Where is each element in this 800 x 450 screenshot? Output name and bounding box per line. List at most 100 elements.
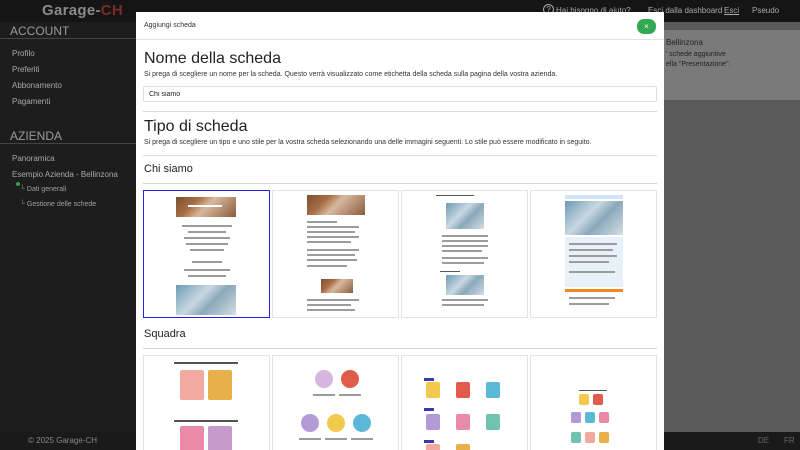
- thumbnail-line: [579, 390, 607, 391]
- section-divider: [143, 183, 657, 184]
- add-tab-modal: Aggiungi scheda × Nome della scheda Si p…: [136, 12, 664, 450]
- thumbnail-line: [569, 243, 617, 245]
- thumbnail-line: [307, 249, 359, 251]
- thumbnail-line: [569, 261, 609, 263]
- style-option-team-1[interactable]: [143, 355, 270, 450]
- brand-logo[interactable]: Garage-CH: [42, 2, 123, 19]
- thumbnail-line: [307, 259, 357, 261]
- thumbnail-line: [424, 408, 434, 411]
- thumbnail-image: [446, 275, 484, 295]
- team-photo: [585, 412, 595, 423]
- thumbnail-image: [176, 197, 236, 217]
- sidebar-item-payments[interactable]: Pagamenti: [0, 93, 136, 109]
- thumbnail-image: [446, 203, 484, 229]
- lang-fr-link[interactable]: FR: [784, 436, 795, 445]
- thumbnail-line: [569, 297, 615, 299]
- thumbnail-line: [569, 255, 617, 257]
- thumbnail-line: [569, 303, 609, 305]
- style-option-about-4[interactable]: [530, 190, 657, 318]
- lang-de-link[interactable]: DE: [758, 436, 769, 445]
- team-photo: [327, 414, 345, 432]
- thumbnail-line: [174, 420, 238, 422]
- thumbnail-line: [307, 254, 355, 256]
- thumbnail-line: [440, 271, 460, 272]
- sidebar-item-favorites[interactable]: Preferiti: [0, 61, 136, 77]
- team-photo: [315, 370, 333, 388]
- team-photo: [426, 414, 440, 430]
- thumbnail-line: [424, 378, 434, 381]
- team-photo: [208, 426, 232, 450]
- sidebar-item-overview[interactable]: Panoramica: [0, 150, 136, 166]
- tab-name-input[interactable]: [143, 86, 657, 102]
- modal-body: Nome della scheda Si prega di scegliere …: [143, 40, 657, 450]
- thumbnail-line: [188, 231, 226, 233]
- panel-line-2: ' schede aggiuntive: [666, 51, 726, 58]
- thumbnail-line: [325, 438, 347, 440]
- team-photo: [571, 412, 581, 423]
- thumbnail-line: [186, 243, 228, 245]
- thumbnail-line: [307, 299, 359, 301]
- sidebar-subitem-general-data[interactable]: Dati generali: [0, 182, 136, 197]
- team-photo: [593, 394, 603, 405]
- thumbnail-line: [307, 221, 337, 223]
- thumbnail-line: [442, 235, 488, 237]
- logout-link[interactable]: Esci: [724, 6, 739, 15]
- thumbnail-line: [442, 245, 488, 247]
- sidebar-item-profile[interactable]: Profilo: [0, 45, 136, 61]
- team-photo: [585, 432, 595, 443]
- type-hint: Si prega di scegliere un tipo e uno stil…: [144, 139, 592, 146]
- sidebar-item-company[interactable]: Esempio Azienda - Bellinzona: [0, 166, 136, 186]
- section-title-team: Squadra: [144, 328, 186, 340]
- team-photo: [353, 414, 371, 432]
- sidebar: ACCOUNT Profilo Preferiti Abbonamento Pa…: [0, 22, 136, 450]
- section-divider: [143, 348, 657, 349]
- thumbnail-line: [307, 231, 355, 233]
- style-option-about-1[interactable]: [143, 190, 270, 318]
- team-style-grid: [143, 355, 657, 450]
- team-photo: [456, 444, 470, 450]
- user-menu[interactable]: Pseudo: [752, 6, 779, 15]
- team-photo: [208, 370, 232, 400]
- thumbnail-image: [321, 279, 353, 293]
- team-photo: [180, 370, 204, 400]
- thumbnail-line: [307, 265, 347, 267]
- name-hint: Si prega di scegliere un nome per la sch…: [144, 71, 558, 78]
- team-photo: [571, 432, 581, 443]
- style-option-team-4[interactable]: [530, 355, 657, 450]
- thumbnail-line: [565, 195, 623, 199]
- thumbnail-line: [307, 309, 355, 311]
- style-option-team-2[interactable]: [272, 355, 399, 450]
- thumbnail-line: [190, 249, 224, 251]
- thumbnail-line: [339, 394, 361, 396]
- team-photo: [456, 382, 470, 398]
- thumbnail-line: [307, 241, 351, 243]
- team-photo: [341, 370, 359, 388]
- thumbnail-line: [184, 237, 230, 239]
- team-photo: [426, 382, 440, 398]
- thumbnail-image: [307, 195, 365, 215]
- thumbnail-line: [188, 275, 226, 277]
- team-photo: [426, 444, 440, 450]
- about-style-grid: [143, 190, 657, 318]
- type-heading: Tipo di scheda: [144, 118, 248, 135]
- thumbnail-line: [442, 262, 484, 264]
- thumbnail-line: [307, 226, 359, 228]
- thumbnail-line: [307, 236, 359, 238]
- style-option-team-3[interactable]: [401, 355, 528, 450]
- thumbnail-line: [565, 289, 623, 292]
- team-photo: [599, 432, 609, 443]
- style-option-about-3[interactable]: [401, 190, 528, 318]
- thumbnail-line: [442, 240, 488, 242]
- team-photo: [599, 412, 609, 423]
- thumbnail-line: [174, 362, 238, 364]
- team-photo: [456, 414, 470, 430]
- sidebar-subitem-manage-tabs[interactable]: Gestione delle schede: [0, 197, 136, 212]
- panel-line-1: Bellinzona: [666, 38, 703, 47]
- sidebar-item-subscription[interactable]: Abbonamento: [0, 77, 136, 93]
- style-option-about-2[interactable]: [272, 190, 399, 318]
- section-title-about: Chi siamo: [144, 163, 193, 175]
- thumbnail-line: [436, 195, 474, 196]
- close-button[interactable]: ×: [637, 19, 656, 34]
- thumbnail-line: [351, 438, 373, 440]
- thumbnail-line: [182, 225, 232, 227]
